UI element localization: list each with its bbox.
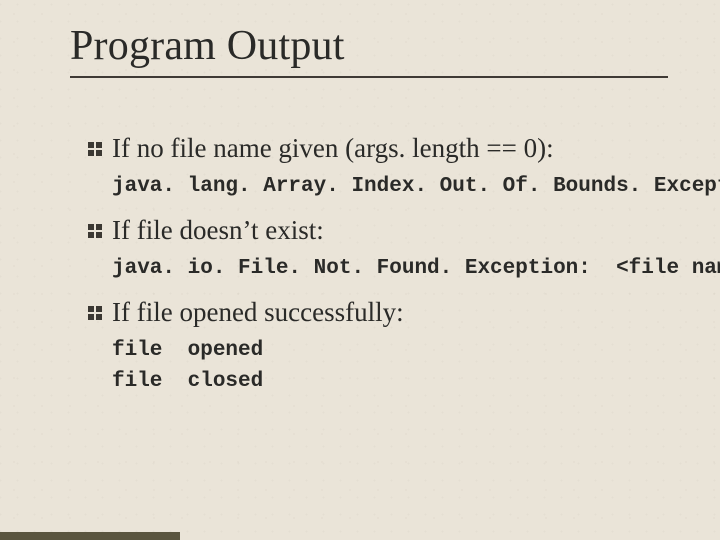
- grid-bullet-icon: [88, 306, 102, 320]
- item-text: If file doesn’t exist:: [112, 214, 324, 248]
- page-title: Program Output: [70, 22, 680, 70]
- item-text: If no file name given (args. length == 0…: [112, 132, 554, 166]
- code-block: java. lang. Array. Index. Out. Of. Bound…: [112, 172, 680, 202]
- item-text: If file opened successfully:: [112, 296, 404, 330]
- code-block: java. io. File. Not. Found. Exception: <…: [112, 254, 680, 284]
- grid-bullet-icon: [88, 142, 102, 156]
- slide: Program Output If no file name given (ar…: [0, 0, 720, 540]
- bullet-line: If file opened successfully:: [88, 296, 680, 330]
- bullet-line: If no file name given (args. length == 0…: [88, 132, 680, 166]
- code-block: file opened file closed: [112, 336, 680, 397]
- list-item: If file doesn’t exist: java. io. File. N…: [88, 214, 680, 284]
- footer-accent-bar: [0, 532, 180, 540]
- title-rule: [70, 76, 668, 78]
- list-item: If file opened successfully: file opened…: [88, 296, 680, 397]
- bullet-line: If file doesn’t exist:: [88, 214, 680, 248]
- list-item: If no file name given (args. length == 0…: [88, 132, 680, 202]
- content-area: If no file name given (args. length == 0…: [70, 132, 680, 397]
- grid-bullet-icon: [88, 224, 102, 238]
